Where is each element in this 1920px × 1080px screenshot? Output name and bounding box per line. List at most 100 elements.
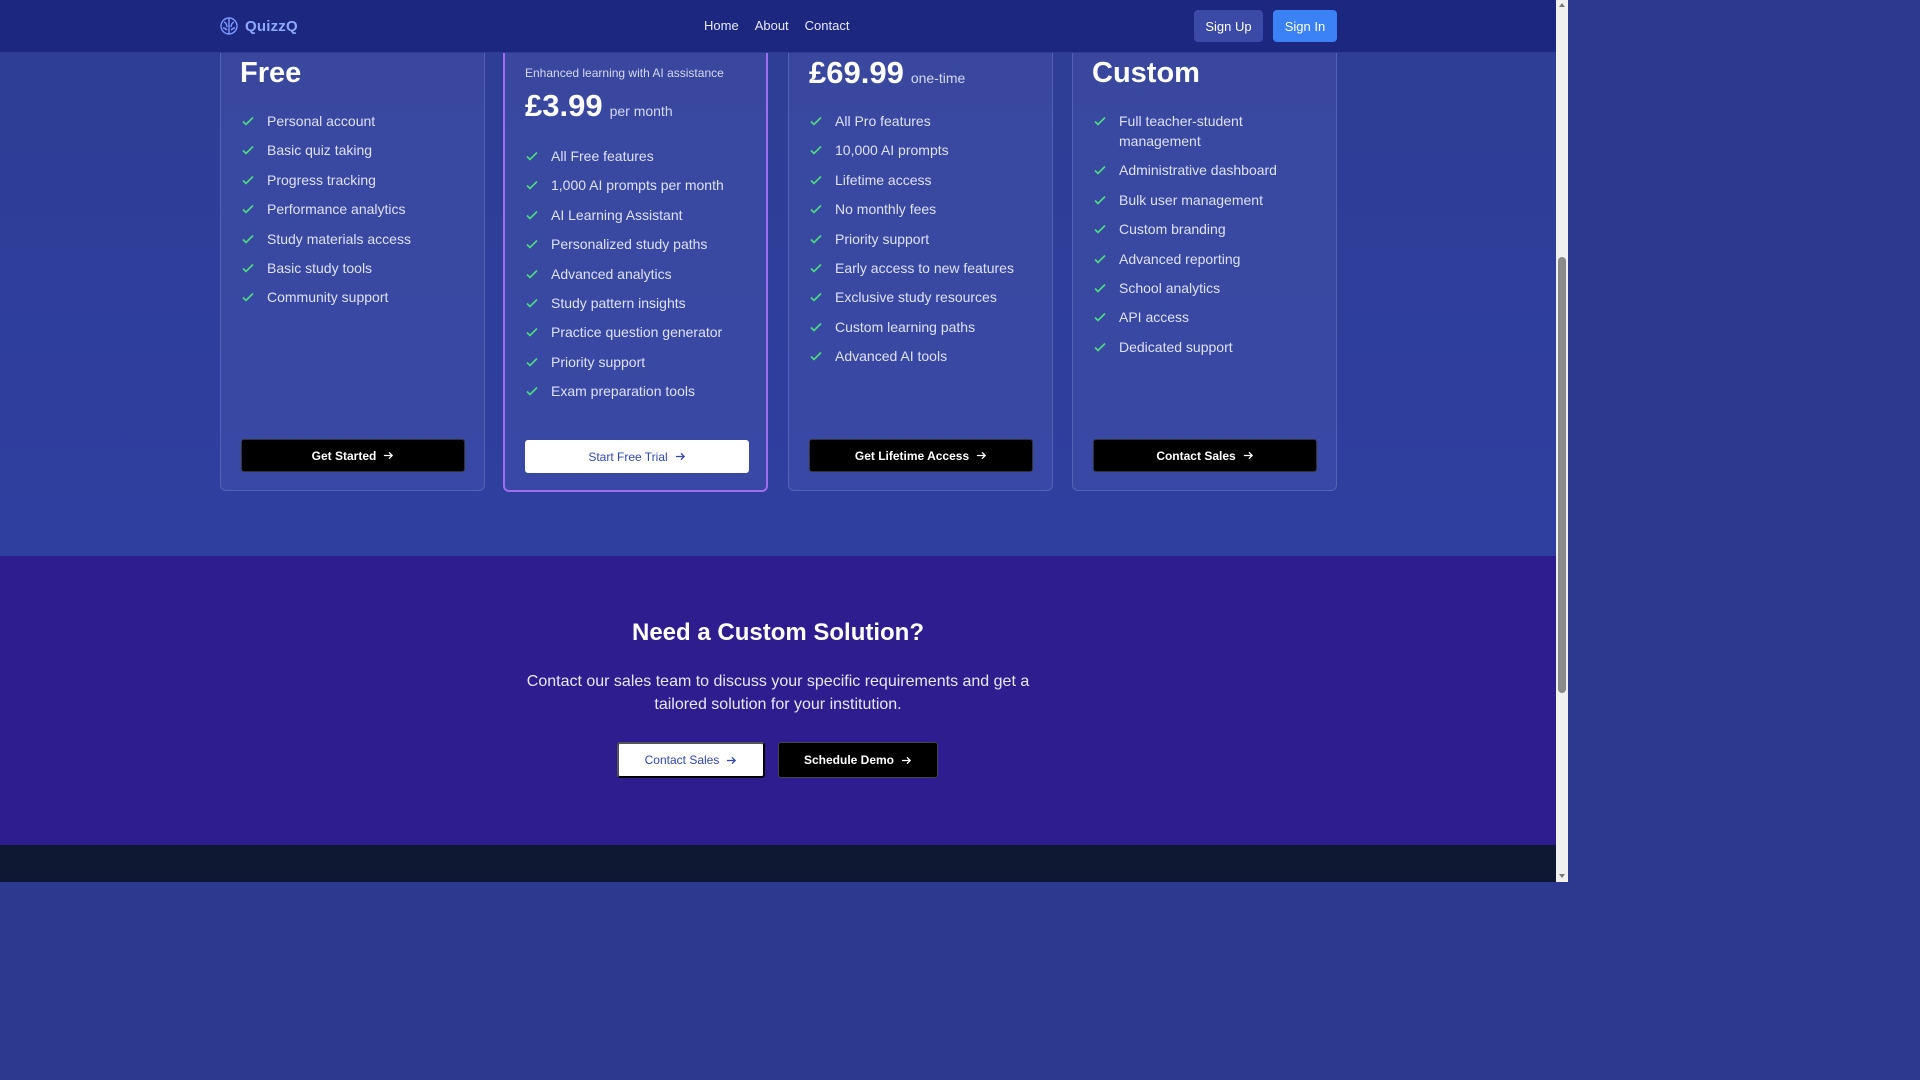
feature-item: 1,000 AI prompts per month (525, 175, 755, 195)
logo[interactable]: QuizzQ (219, 16, 298, 36)
feature-list: All Free features 1,000 AI prompts per m… (525, 146, 755, 411)
feature-item: Practice question generator (525, 322, 755, 342)
plan-subtitle: Enhanced learning with AI assistance (525, 66, 724, 80)
nav-about[interactable]: About (755, 18, 789, 33)
check-icon (810, 322, 822, 332)
check-icon (810, 352, 822, 361)
feature-item: All Free features (525, 146, 755, 166)
check-icon (1094, 254, 1106, 264)
cta-text: Contact our sales team to discuss your s… (526, 673, 1030, 713)
plan-title: Free (240, 57, 302, 89)
check-icon (1094, 166, 1106, 176)
check-icon (526, 269, 538, 279)
check-icon (1094, 225, 1106, 234)
arrow-right-icon (727, 756, 737, 764)
check-icon (242, 293, 254, 302)
feature-list: All Pro features 10,000 AI prompts Lifet… (809, 111, 1039, 376)
get-lifetime-access-button[interactable]: Get Lifetime Access (809, 439, 1033, 472)
sign-up-button[interactable]: Sign Up (1194, 10, 1263, 42)
check-icon (242, 175, 254, 185)
check-icon (242, 205, 254, 214)
nav-home[interactable]: Home (704, 18, 739, 33)
check-icon (526, 151, 538, 161)
plan-price: £69.99 (809, 55, 904, 90)
plan-period: one-time (910, 70, 966, 86)
plan-title: Custom (1092, 57, 1200, 89)
top-navbar: QuizzQ Home About Contact Sign Up Sign I… (0, 0, 1556, 53)
feature-item: Exam preparation tools (525, 381, 755, 401)
check-icon (526, 298, 538, 308)
price-row: £3.99 per month (525, 88, 673, 124)
logo-text: QuizzQ (245, 17, 298, 35)
check-icon (526, 181, 538, 191)
arrow-right-icon (1243, 451, 1253, 460)
contact-sales-button[interactable]: Contact Sales (1093, 439, 1317, 472)
plan-card-pro: Enhanced learning with AI assistance £3.… (503, 20, 768, 492)
feature-item: Personalized study paths (525, 234, 755, 254)
check-icon (1094, 116, 1106, 126)
check-icon (526, 240, 538, 249)
check-icon (242, 146, 254, 156)
feature-item: Full teacher-student management (1093, 111, 1323, 151)
feature-item: API access (1093, 307, 1323, 327)
check-icon (242, 234, 254, 244)
feature-item: Advanced reporting (1093, 249, 1323, 269)
arrow-right-icon (384, 451, 394, 460)
feature-item: Early access to new features (809, 258, 1039, 278)
feature-item: Basic study tools (241, 258, 471, 278)
price-row: £69.99 one-time (809, 55, 965, 91)
plan-price: £3.99 (525, 88, 603, 123)
feature-item: Progress tracking (241, 170, 471, 190)
check-icon (810, 146, 822, 156)
schedule-demo-button[interactable]: Schedule Demo (778, 742, 938, 778)
feature-item: Personal account (241, 111, 471, 131)
vertical-scrollbar[interactable] (1556, 0, 1568, 882)
feature-item: Study pattern insights (525, 293, 755, 313)
footer (0, 845, 1556, 882)
cta-contact-sales-button[interactable]: Contact Sales (617, 742, 765, 778)
check-icon (526, 387, 538, 396)
arrow-right-icon (977, 451, 987, 460)
check-icon (242, 116, 254, 126)
scrollbar-thumb[interactable] (1558, 257, 1566, 693)
sign-in-button[interactable]: Sign In (1273, 10, 1337, 42)
feature-item: Bulk user management (1093, 190, 1323, 210)
check-icon (1094, 283, 1106, 293)
check-icon (526, 210, 538, 220)
plan-card-lifetime: £69.99 one-time All Pro features 10,000 … (788, 20, 1053, 491)
start-free-trial-button[interactable]: Start Free Trial (525, 440, 749, 473)
feature-item: Custom learning paths (809, 317, 1039, 337)
check-icon (810, 234, 822, 244)
brain-icon (220, 17, 238, 35)
check-icon (1094, 195, 1106, 205)
feature-item: Priority support (525, 352, 755, 372)
scroll-down-icon[interactable] (1559, 874, 1565, 878)
feature-item: Community support (241, 287, 471, 307)
feature-item: Performance analytics (241, 199, 471, 219)
check-icon (810, 205, 822, 214)
feature-list: Full teacher-student management Administ… (1093, 111, 1323, 366)
feature-item: Custom branding (1093, 219, 1323, 239)
check-icon (810, 116, 822, 126)
feature-item: School analytics (1093, 278, 1323, 298)
arrow-right-icon (901, 756, 912, 764)
check-icon (1094, 313, 1106, 322)
check-icon (810, 263, 822, 273)
check-icon (526, 357, 538, 367)
feature-item: AI Learning Assistant (525, 205, 755, 225)
feature-item: Advanced AI tools (809, 346, 1039, 366)
scroll-up-icon[interactable] (1559, 3, 1565, 7)
get-started-button[interactable]: Get Started (241, 439, 465, 472)
check-icon (810, 293, 822, 302)
check-icon (242, 263, 254, 273)
feature-item: Basic quiz taking (241, 140, 471, 160)
feature-item: No monthly fees (809, 199, 1039, 219)
nav-contact[interactable]: Contact (805, 18, 850, 33)
cta-title: Need a Custom Solution? (631, 619, 924, 646)
feature-item: Priority support (809, 229, 1039, 249)
feature-item: Advanced analytics (525, 264, 755, 284)
plan-card-free: Free Personal account Basic quiz taking … (220, 20, 485, 491)
plan-period: per month (609, 103, 673, 119)
main-nav: Home About Contact (704, 18, 849, 33)
feature-item: Lifetime access (809, 170, 1039, 190)
